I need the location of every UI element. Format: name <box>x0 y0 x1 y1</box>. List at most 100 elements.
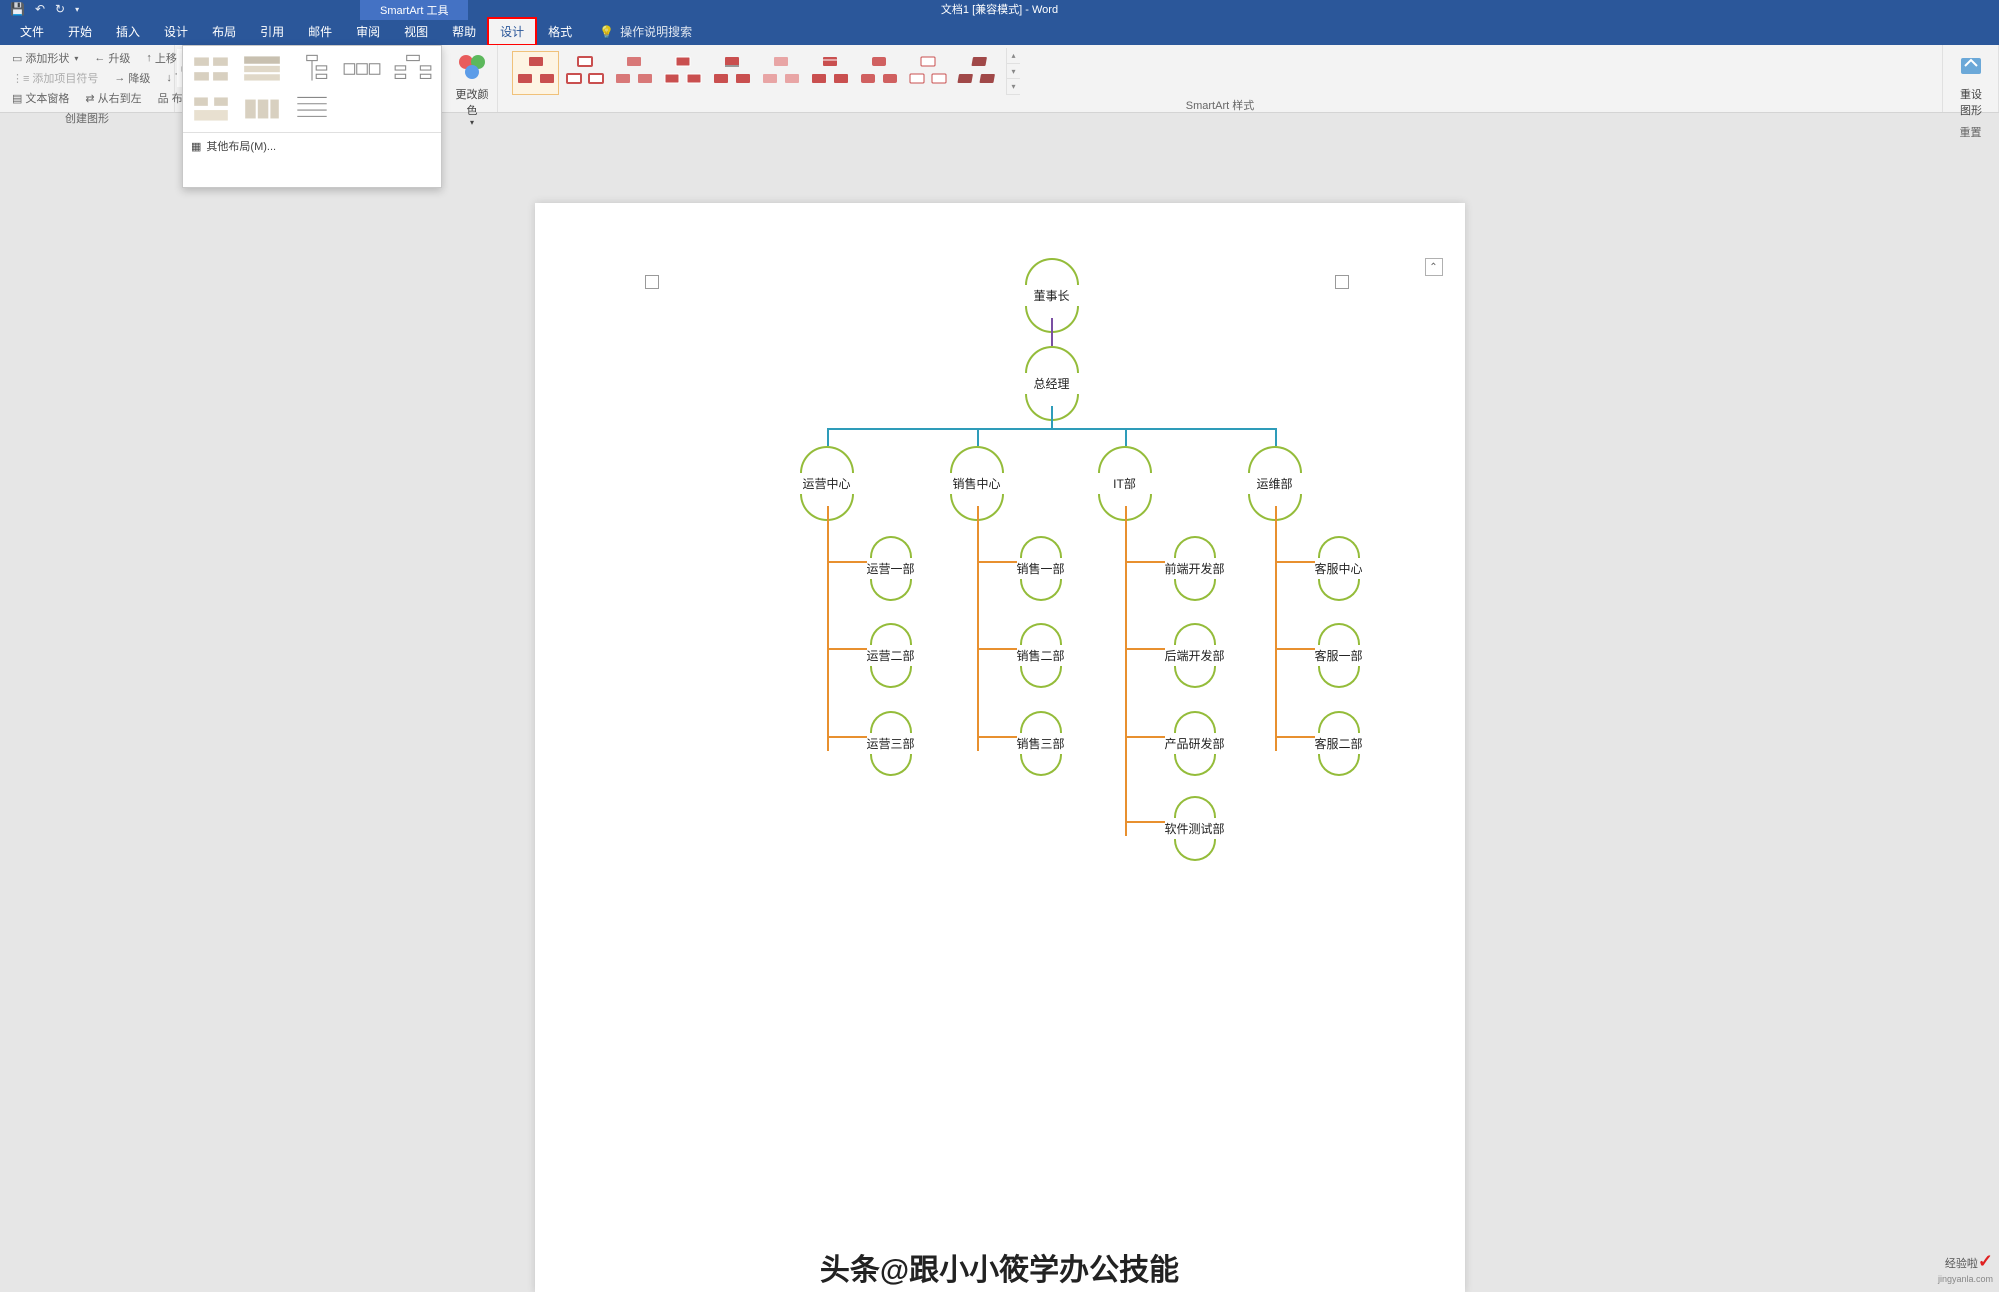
style-scroll-up[interactable]: ▴ <box>1007 48 1020 64</box>
add-bullet-button[interactable]: ⋮≡添加项目符号 <box>8 68 102 88</box>
node-ops1[interactable]: 运营一部 <box>867 536 915 601</box>
ribbon-tabs: 文件 开始 插入 设计 布局 引用 邮件 审阅 视图 帮助 设计 格式 💡 操作… <box>0 18 1999 45</box>
node-cs2[interactable]: 客服二部 <box>1315 711 1363 776</box>
style-gallery-scroll: ▴ ▾ ▾ <box>1006 48 1020 95</box>
style-thumb-1[interactable] <box>512 51 559 95</box>
style-thumb-3[interactable] <box>610 51 657 95</box>
watermark-main: 头条@跟小小筱学办公技能 <box>820 1245 1179 1289</box>
node-cs-center[interactable]: 客服中心 <box>1315 536 1363 601</box>
tab-design-main[interactable]: 设计 <box>152 18 200 45</box>
connector <box>827 506 829 751</box>
node-ops2[interactable]: 运营二部 <box>867 623 915 688</box>
reset-graphic-button[interactable]: 重设图形 <box>1951 48 1991 122</box>
tab-view[interactable]: 视图 <box>392 18 440 45</box>
style-thumb-9[interactable] <box>904 51 951 95</box>
tab-help[interactable]: 帮助 <box>440 18 488 45</box>
layout-dd-13[interactable] <box>288 90 336 128</box>
connector <box>827 428 1275 430</box>
group-change-colors: 更改颜色 ▾ <box>440 45 498 112</box>
tab-home[interactable]: 开始 <box>56 18 104 45</box>
text-pane-button[interactable]: ▤文本窗格 <box>8 88 73 108</box>
connector <box>1125 428 1127 446</box>
watermark-badge: 经验啦✓ jingyanla.com <box>1938 1251 1993 1286</box>
style-thumb-5[interactable] <box>708 51 755 95</box>
layout-dd-7[interactable] <box>237 50 285 88</box>
tab-mailings[interactable]: 邮件 <box>296 18 344 45</box>
connector <box>1125 506 1127 836</box>
node-frontend[interactable]: 前端开发部 <box>1165 536 1225 601</box>
connector <box>1275 648 1315 650</box>
connector <box>977 561 1017 563</box>
layout-dd-6[interactable] <box>187 50 235 88</box>
demote-button[interactable]: →降级 <box>110 68 154 88</box>
layout-gallery-dropdown: ▦ 其他布局(M)... <box>182 45 442 188</box>
save-icon[interactable]: 💾 <box>10 2 25 16</box>
connector <box>1125 736 1165 738</box>
connector <box>977 506 979 751</box>
style-thumb-10[interactable] <box>953 51 1000 95</box>
more-layouts-button[interactable]: ▦ 其他布局(M)... <box>183 132 441 159</box>
connector <box>1125 561 1165 563</box>
connector <box>1275 561 1315 563</box>
style-thumb-6[interactable] <box>757 51 804 95</box>
connector <box>1125 821 1165 823</box>
more-layouts-label: 其他布局(M)... <box>206 138 276 154</box>
layout-dd-14[interactable] <box>338 90 386 128</box>
group-reset: 重设图形 重置 <box>1943 45 1999 112</box>
bullet-icon: ⋮≡ <box>12 72 29 85</box>
layout-options-button[interactable]: ⌃ <box>1425 258 1443 276</box>
redo-icon[interactable]: ↻ <box>55 2 65 16</box>
tab-smartart-format[interactable]: 格式 <box>536 18 584 45</box>
style-scroll-more[interactable]: ▾ <box>1007 79 1020 95</box>
connector <box>977 648 1017 650</box>
title-bar: 💾 ↶ ↻ ▾ SmartArt 工具 文档1 [兼容模式] - Word <box>0 0 1999 18</box>
layout-dd-15[interactable] <box>389 90 437 128</box>
tab-references[interactable]: 引用 <box>248 18 296 45</box>
style-thumb-7[interactable] <box>806 51 853 95</box>
tab-insert[interactable]: 插入 <box>104 18 152 45</box>
node-sales2[interactable]: 销售二部 <box>1017 623 1065 688</box>
node-sales3[interactable]: 销售三部 <box>1017 711 1065 776</box>
style-thumb-4[interactable] <box>659 51 706 95</box>
group-create-graphic: ▭添加形状▾ ←升级 ↑上移 ⋮≡添加项目符号 →降级 ↓下移 ▤文本窗格 ⇄从… <box>0 45 175 112</box>
connector <box>1125 648 1165 650</box>
style-scroll-down[interactable]: ▾ <box>1007 64 1020 80</box>
layout-dd-10[interactable] <box>389 50 437 88</box>
connector <box>827 648 867 650</box>
qat-dropdown-icon[interactable]: ▾ <box>75 5 79 14</box>
tab-file[interactable]: 文件 <box>8 18 56 45</box>
connector <box>977 736 1017 738</box>
document-title: 文档1 [兼容模式] - Word <box>941 1 1058 17</box>
smartart-chart[interactable]: 董事长 总经理 运营中心 销售中心 IT部 运维部 <box>645 258 1355 848</box>
node-sales1[interactable]: 销售一部 <box>1017 536 1065 601</box>
page: ⌃ 董事长 总经理 运营中心 销售中心 IT部 运维部 <box>535 203 1465 1292</box>
tell-me-search[interactable]: 💡 操作说明搜索 <box>599 23 692 40</box>
group-label-styles: SmartArt 样式 <box>506 97 1934 113</box>
node-backend[interactable]: 后端开发部 <box>1165 623 1225 688</box>
group-smartart-styles: ▴ ▾ ▾ SmartArt 样式 <box>498 45 1943 112</box>
connector <box>1051 318 1053 346</box>
tab-smartart-design[interactable]: 设计 <box>488 18 536 45</box>
node-ops3[interactable]: 运营三部 <box>867 711 915 776</box>
layout-dd-9[interactable] <box>338 50 386 88</box>
style-thumb-2[interactable] <box>561 51 608 95</box>
lightbulb-icon: 💡 <box>599 25 614 39</box>
connector <box>827 428 829 446</box>
node-test[interactable]: 软件测试部 <box>1165 796 1225 861</box>
shape-icon: ▭ <box>12 52 22 65</box>
style-thumb-8[interactable] <box>855 51 902 95</box>
more-layouts-icon: ▦ <box>191 140 201 153</box>
tab-layout[interactable]: 布局 <box>200 18 248 45</box>
layout-dd-8[interactable] <box>288 50 336 88</box>
add-shape-button[interactable]: ▭添加形状▾ <box>8 48 82 68</box>
tab-review[interactable]: 审阅 <box>344 18 392 45</box>
layout-dd-12[interactable] <box>237 90 285 128</box>
rtl-button[interactable]: ⇄从右到左 <box>81 88 145 108</box>
layout-dd-11[interactable] <box>187 90 235 128</box>
promote-button[interactable]: ←升级 <box>90 48 134 68</box>
connector <box>1051 406 1053 428</box>
node-cs1[interactable]: 客服一部 <box>1315 623 1363 688</box>
undo-icon[interactable]: ↶ <box>35 2 45 16</box>
smartart-tools-context: SmartArt 工具 <box>360 0 468 20</box>
node-product[interactable]: 产品研发部 <box>1165 711 1225 776</box>
